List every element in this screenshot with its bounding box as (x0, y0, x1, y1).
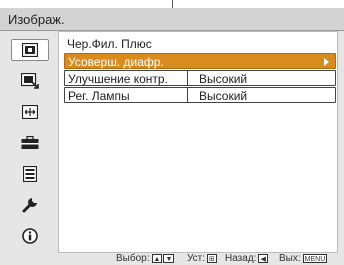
picture-adjust-icon (21, 73, 39, 89)
row-advanced-iris[interactable]: Усоверш. диафр. (64, 53, 336, 69)
title-bar: Изображ. (0, 8, 344, 31)
menu-key-icon: MENU (302, 254, 328, 263)
hint-set-label: Уст: (187, 253, 206, 264)
row-divider (187, 71, 188, 85)
row-value: Высокий (199, 89, 248, 103)
settings-panel: Чер.Фил. Плюс Усоверш. диафр. Улучшение … (58, 31, 338, 253)
sidebar-item-setup[interactable] (11, 132, 49, 154)
up-arrow-key-icon: ▲ (151, 254, 163, 263)
down-arrow-key-icon: ▼ (163, 254, 175, 263)
picture-icon (22, 43, 38, 57)
toolbox-icon (21, 136, 39, 149)
row-divider (187, 88, 188, 102)
hint-back: Назад: ◀ (225, 253, 268, 264)
sidebar-item-installation[interactable] (11, 194, 49, 216)
sidebar-item-information[interactable] (11, 225, 49, 247)
projector-menu: Изображ. Чер.Фил. Плюс Усоверш. диафр. У… (0, 8, 344, 265)
sidebar-item-screen[interactable] (11, 101, 49, 123)
row-lamp-control[interactable]: Рег. Лампы Высокий (64, 87, 336, 103)
wrench-icon (22, 198, 37, 213)
panel-title-black-level-plus[interactable]: Чер.Фил. Плюс (67, 37, 152, 51)
row-label: Улучшение контр. (68, 72, 168, 86)
hint-back-label: Назад: (225, 253, 257, 264)
menu-title: Изображ. (8, 12, 65, 27)
sidebar-item-picture[interactable] (11, 39, 49, 61)
screen-icon (22, 105, 38, 119)
hint-select: Выбор: ▲ ▼ (116, 253, 175, 264)
sidebar (0, 31, 58, 253)
hint-exit-label: Вых: (279, 253, 301, 264)
arrow-right-icon (324, 58, 329, 66)
footer-hints: Выбор: ▲ ▼ Уст: ⊞ Назад: ◀ Вых: MENU (0, 253, 344, 265)
row-label: Усоверш. диафр. (68, 55, 164, 69)
row-label: Рег. Лампы (68, 89, 130, 103)
top-connector-line (172, 0, 173, 8)
enter-key-icon: ⊞ (207, 254, 217, 263)
info-icon (22, 228, 38, 244)
hint-select-label: Выбор: (116, 253, 150, 264)
menu-list-icon (23, 166, 37, 182)
sidebar-item-menu[interactable] (11, 163, 49, 185)
hint-exit: Вых: MENU (279, 253, 328, 264)
row-contrast-enhancer[interactable]: Улучшение контр. Высокий (64, 70, 336, 86)
left-arrow-key-icon: ◀ (258, 254, 268, 263)
row-value: Высокий (199, 72, 248, 86)
sidebar-item-picture-adjust[interactable] (11, 70, 49, 92)
hint-set: Уст: ⊞ (187, 253, 217, 264)
